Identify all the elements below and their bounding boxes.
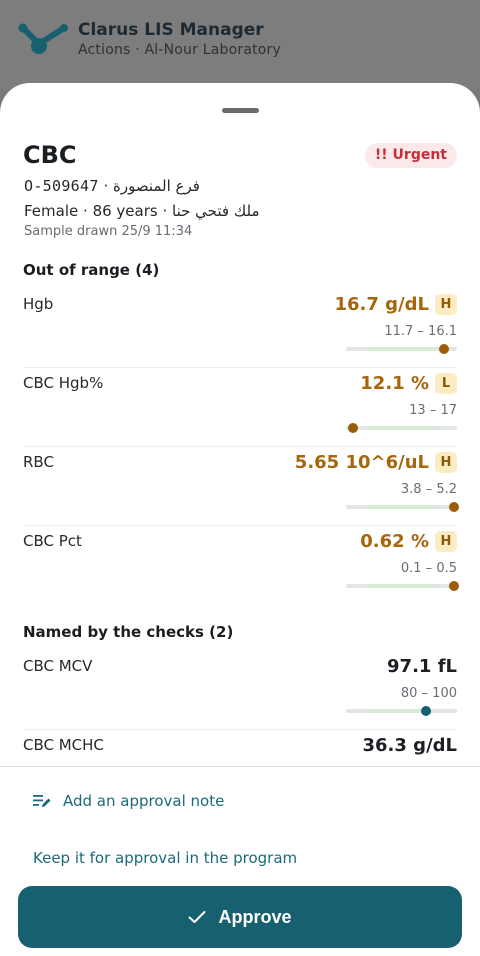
analyte-name: CBC MCHC: [23, 736, 104, 754]
add-approval-note-link[interactable]: Add an approval note: [33, 792, 224, 810]
reference-range: 3.8 – 5.2: [400, 482, 457, 497]
patient-line: Female · 86 years · ملك فتحي حنا: [24, 202, 259, 220]
result-value-group: 0.62 % H: [360, 531, 457, 552]
range-bar: [346, 581, 459, 591]
range-bar-normal-zone: [368, 347, 435, 351]
result-flag-badge: H: [435, 452, 457, 473]
result-row[interactable]: CBC MCV 97.1 fL 80 – 100: [23, 650, 457, 730]
range-bar-normal-zone: [368, 505, 435, 509]
separator: ·: [162, 202, 173, 220]
patient-age: 86 years: [92, 202, 158, 220]
result-value-group: 5.65 10^6/uL H: [295, 452, 457, 473]
range-bar: [346, 423, 457, 433]
app-title: Clarus LIS Manager: [78, 20, 264, 40]
range-bar-marker: [347, 423, 358, 433]
result-flag-badge: H: [435, 531, 457, 552]
sheet-drag-handle[interactable]: [222, 108, 259, 113]
result-value: 97.1 fL: [387, 656, 457, 677]
analyte-name: Hgb: [23, 295, 54, 313]
reference-range: 0.1 – 0.5: [400, 561, 457, 576]
range-bar-normal-zone: [368, 426, 435, 430]
edit-note-icon: [33, 795, 51, 807]
result-value: 36.3 g/dL: [362, 735, 458, 756]
result-flag-badge: H: [435, 294, 457, 315]
analyte-name: CBC MCV: [23, 657, 93, 675]
result-row[interactable]: RBC 5.65 10^6/uL H 3.8 – 5.2: [23, 446, 459, 526]
range-bar-marker: [420, 706, 431, 716]
reference-range: 13 – 17: [409, 403, 457, 418]
reference-range: 80 – 100: [400, 686, 457, 701]
analyte-name: CBC Pct: [23, 532, 82, 550]
app-subtitle: Actions · Al-Nour Laboratory: [78, 42, 281, 58]
result-value: 5.65 10^6/uL: [294, 452, 429, 473]
patient-sex: Female: [24, 202, 79, 220]
result-flag-badge: L: [435, 373, 457, 394]
range-bar-marker: [448, 502, 459, 512]
app-logo-icon: [18, 23, 68, 54]
result-value: 16.7 g/dL: [334, 294, 430, 315]
range-bar: [346, 502, 459, 512]
result-value-group: 97.1 fL: [387, 656, 457, 677]
add-note-label: Add an approval note: [63, 792, 225, 810]
result-row[interactable]: Hgb 16.7 g/dL H 11.7 – 16.1: [23, 288, 457, 368]
action-footer: Add an approval note Keep it for approva…: [0, 766, 480, 956]
keep-for-program-link[interactable]: Keep it for approval in the program: [33, 849, 297, 867]
check-icon: [188, 911, 206, 923]
range-bar: [346, 344, 457, 354]
result-value-group: 12.1 % L: [360, 373, 457, 394]
result-row[interactable]: CBC Pct 0.62 % H 0.1 – 0.5: [23, 525, 459, 605]
separator: ·: [103, 177, 113, 195]
result-value: 0.62 %: [360, 531, 429, 552]
result-row[interactable]: CBC Hgb% 12.1 % L 13 – 17: [23, 367, 457, 447]
urgent-badge: !! Urgent: [364, 143, 457, 168]
result-value-group: 36.3 g/dL: [363, 735, 458, 756]
order-line: O-509647 · فرع المنصورة: [24, 177, 200, 195]
branch-name: فرع المنصورة: [112, 177, 200, 195]
analyte-name: RBC: [23, 453, 54, 471]
range-bar-marker: [448, 581, 459, 591]
sample-drawn-time: Sample drawn 25/9 11:34: [24, 224, 193, 239]
range-bar-marker: [438, 344, 449, 354]
patient-name: ملك فتحي حنا: [172, 202, 260, 220]
test-title: CBC: [23, 141, 77, 169]
range-bar: [346, 706, 457, 716]
app-bar: Clarus LIS Manager Actions · Al-Nour Lab…: [0, 0, 480, 90]
result-value: 12.1 %: [360, 373, 429, 394]
reference-range: 11.7 – 16.1: [384, 324, 457, 339]
named-by-checks-heading: Named by the checks (2): [23, 623, 234, 641]
approve-button[interactable]: Approve: [18, 886, 462, 948]
out-of-range-heading: Out of range (4): [23, 261, 160, 279]
approve-label: Approve: [218, 906, 292, 927]
separator: ·: [83, 202, 93, 220]
order-id: O-509647: [24, 177, 99, 195]
order-review-sheet: CBC !! Urgent O-509647 · فرع المنصورة Fe…: [0, 83, 480, 956]
range-bar-normal-zone: [368, 584, 435, 588]
result-value-group: 16.7 g/dL H: [334, 294, 457, 315]
analyte-name: CBC Hgb%: [23, 374, 104, 392]
